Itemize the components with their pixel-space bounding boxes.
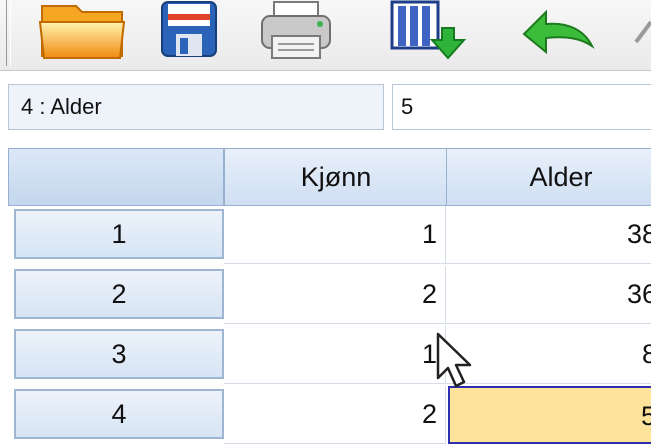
redo-button[interactable] [632,0,651,62]
toolbar-grip[interactable] [6,0,11,66]
table-cell[interactable]: 36 [446,266,651,324]
cell-editor-bar: 4 : Alder 5 [0,78,651,138]
undo-button[interactable] [516,0,600,62]
column-header-kjonn[interactable]: Kjønn [224,148,448,206]
mouse-cursor-icon [436,332,472,388]
print-icon [261,1,331,59]
table-cell[interactable]: 1 [224,326,446,384]
row-header[interactable]: 1 [14,209,224,259]
row-header[interactable]: 3 [14,329,224,379]
save-icon [161,1,217,57]
table-cell[interactable]: 1 [224,206,446,264]
data-grid: Kjønn Alder 1 1 38 2 2 36 3 1 8 4 2 5 [8,148,651,448]
row-header[interactable]: 2 [14,269,224,319]
import-data-button[interactable] [388,0,472,62]
grid-corner-header[interactable] [8,148,224,206]
redo-icon [634,20,651,44]
toolbar [0,0,651,71]
table-cell[interactable]: 38 [446,206,651,264]
selected-cell[interactable]: 5 [448,386,651,444]
table-cell[interactable]: 2 [224,386,446,444]
table-cell[interactable]: 8 [446,326,651,384]
cell-reference-box[interactable]: 4 : Alder [8,84,384,130]
row-header[interactable]: 4 [14,389,224,439]
cell-value-input[interactable]: 5 [392,84,651,130]
open-button[interactable] [36,0,128,62]
open-folder-icon [38,5,126,59]
table-cell[interactable]: 2 [224,266,446,324]
undo-icon [522,9,595,55]
column-header-alder[interactable]: Alder [446,148,651,206]
import-data-icon [390,0,467,60]
print-button[interactable] [258,0,334,62]
save-button[interactable] [158,0,220,62]
